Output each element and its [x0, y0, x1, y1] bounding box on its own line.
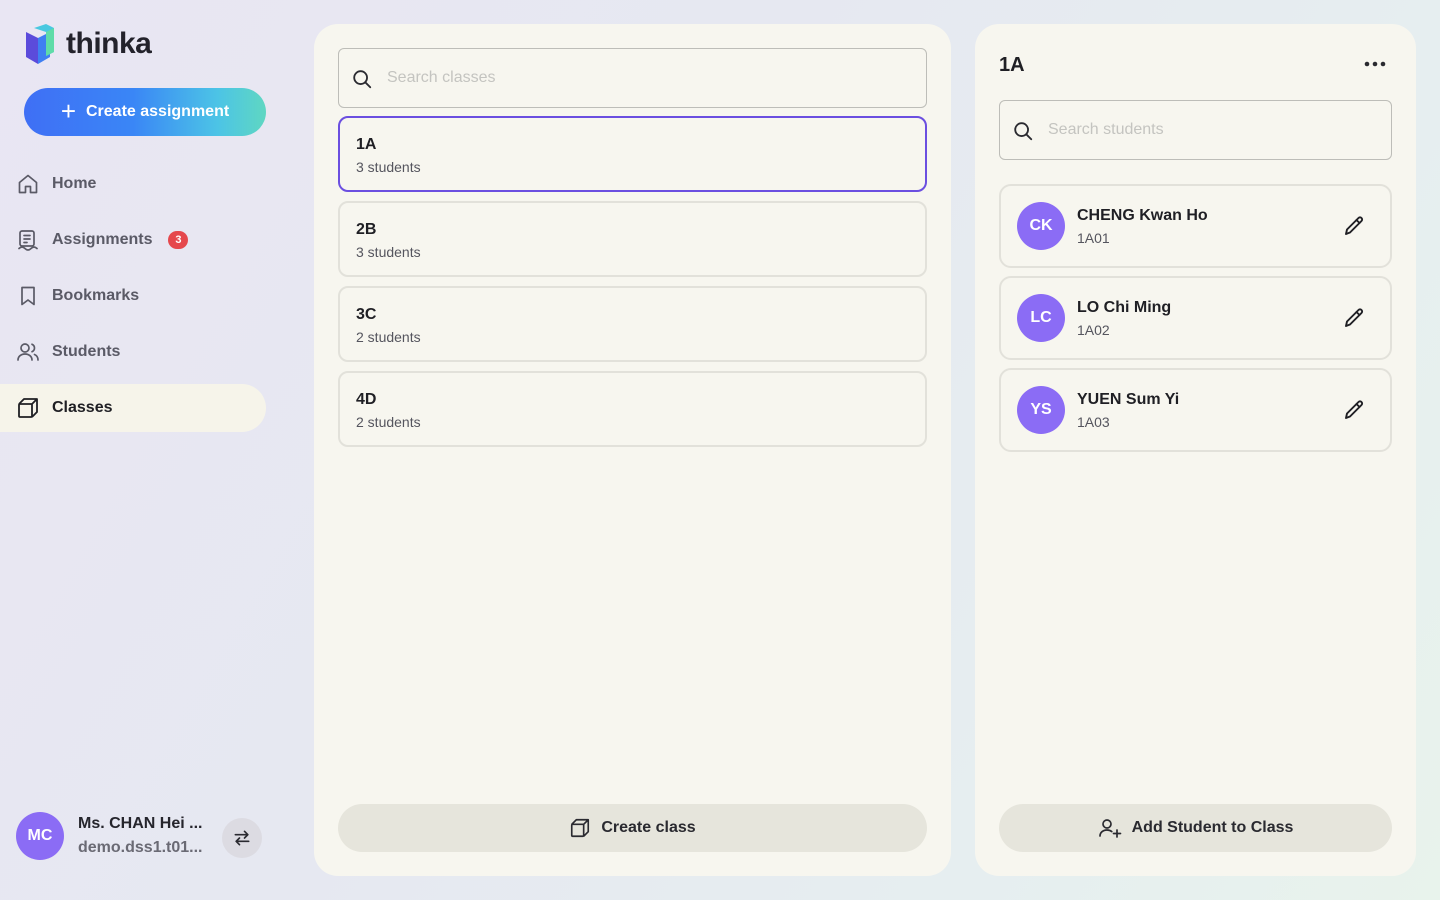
search-icon [353, 70, 372, 89]
more-options-button[interactable] [1362, 54, 1388, 74]
edit-pencil-icon[interactable] [1342, 306, 1366, 330]
student-name: LO Chi Ming [1077, 298, 1172, 316]
class-item-2b[interactable]: 2B 3 students [338, 201, 927, 277]
class-student-count: 2 students [356, 414, 421, 430]
cube-icon [18, 398, 38, 418]
user-profile[interactable]: MC Ms. CHAN Hei ... demo.dss1.t01... [16, 812, 266, 860]
add-student-label: Add Student to Class [1131, 819, 1294, 836]
student-search-input[interactable] [1000, 101, 1391, 159]
sidebar-item-label: Home [52, 175, 97, 192]
swap-arrows-icon [234, 830, 250, 846]
assignments-count-badge: 3 [168, 231, 189, 249]
assignments-icon [18, 230, 38, 251]
create-assignment-button[interactable]: + Create assignment [24, 88, 266, 136]
add-user-icon [1098, 819, 1121, 838]
add-student-button[interactable]: Add Student to Class [999, 804, 1392, 852]
more-horizontal-icon [1364, 61, 1386, 67]
student-name: CHENG Kwan Ho [1077, 206, 1208, 224]
edit-pencil-icon[interactable] [1342, 214, 1366, 238]
student-avatar: LC [1017, 294, 1065, 342]
class-student-count: 3 students [356, 244, 421, 260]
student-avatar: CK [1017, 202, 1065, 250]
class-search [338, 48, 927, 108]
avatar: MC [16, 812, 64, 860]
logo[interactable]: thinka [24, 24, 152, 64]
class-search-input[interactable] [339, 49, 926, 107]
sidebar-item-label: Classes [52, 399, 113, 416]
student-search [999, 100, 1392, 160]
sidebar-item-students[interactable]: Students [0, 328, 266, 376]
class-list: 1A 3 students 2B 3 students 3C 2 student… [338, 116, 927, 456]
class-item-4d[interactable]: 4D 2 students [338, 371, 927, 447]
class-student-count: 3 students [356, 159, 421, 175]
class-name: 4D [356, 391, 377, 408]
student-id: 1A03 [1077, 413, 1110, 430]
sidebar-nav: Home Assignments 3 Bookmarks Students Cl… [0, 160, 266, 440]
switch-account-button[interactable] [222, 818, 262, 858]
classes-panel: 1A 3 students 2B 3 students 3C 2 student… [314, 24, 951, 876]
plus-icon: + [60, 95, 76, 126]
user-email: demo.dss1.t01... [78, 839, 203, 856]
student-item[interactable]: CK CHENG Kwan Ho 1A01 [999, 184, 1392, 268]
search-icon [1014, 122, 1033, 141]
student-list: CK CHENG Kwan Ho 1A01 LC LO Chi Ming 1A0… [999, 184, 1392, 460]
home-icon [18, 174, 38, 194]
create-class-button[interactable]: Create class [338, 804, 927, 852]
student-id: 1A01 [1077, 229, 1110, 246]
thinka-logo-icon [26, 24, 54, 64]
class-name: 1A [356, 136, 377, 153]
create-assignment-label: Create assignment [86, 103, 230, 120]
class-detail-panel: 1A CK CHENG Kwan Ho 1A01 LC LO Chi Ming … [975, 24, 1416, 876]
brand-name: thinka [66, 27, 152, 60]
student-item[interactable]: YS YUEN Sum Yi 1A03 [999, 368, 1392, 452]
sidebar-item-classes[interactable]: Classes [0, 384, 266, 432]
class-student-count: 2 students [356, 329, 421, 345]
sidebar-item-assignments[interactable]: Assignments 3 [0, 216, 266, 264]
class-detail-title: 1A [999, 54, 1025, 76]
sidebar-item-home[interactable]: Home [0, 160, 266, 208]
bookmark-icon [21, 286, 35, 306]
student-avatar: YS [1017, 386, 1065, 434]
class-item-3c[interactable]: 3C 2 students [338, 286, 927, 362]
create-class-label: Create class [601, 819, 696, 836]
sidebar-item-label: Assignments [52, 231, 153, 248]
sidebar-item-bookmarks[interactable]: Bookmarks [0, 272, 266, 320]
student-item[interactable]: LC LO Chi Ming 1A02 [999, 276, 1392, 360]
class-name: 3C [356, 306, 377, 323]
class-name: 2B [356, 221, 377, 238]
student-name: YUEN Sum Yi [1077, 390, 1180, 408]
users-icon [17, 343, 39, 361]
edit-pencil-icon[interactable] [1342, 398, 1366, 422]
sidebar: thinka + Create assignment Home Assignme… [0, 0, 290, 900]
student-id: 1A02 [1077, 321, 1110, 338]
cube-icon [571, 818, 590, 838]
sidebar-item-label: Students [52, 343, 121, 360]
class-item-1a[interactable]: 1A 3 students [338, 116, 927, 192]
sidebar-item-label: Bookmarks [52, 287, 140, 304]
user-name: Ms. CHAN Hei ... [78, 815, 203, 832]
